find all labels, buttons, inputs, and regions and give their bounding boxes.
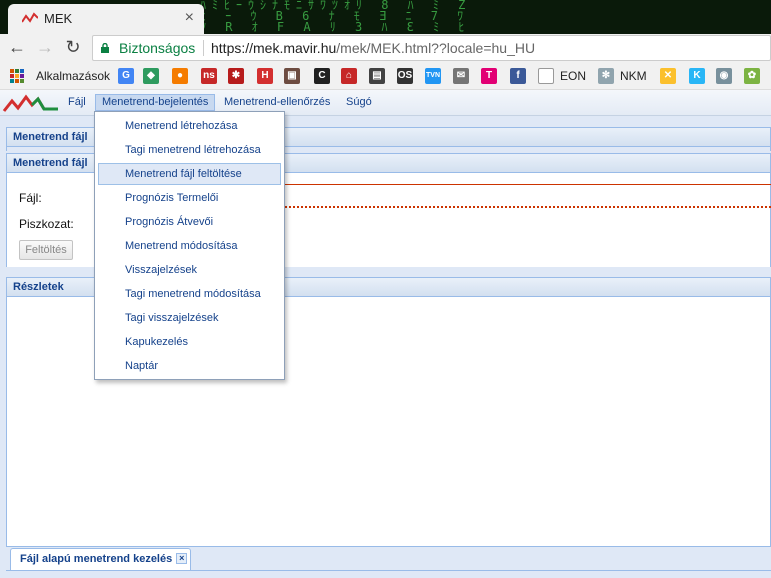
owl-icon: ◉ bbox=[716, 68, 732, 84]
url-text[interactable]: https://mek.mavir.hu/mek/MEK.html??local… bbox=[211, 36, 535, 60]
secure-label: Biztonságos bbox=[119, 40, 196, 56]
bookmark-hu[interactable]: ✱ bbox=[228, 67, 244, 85]
bookmark-tvn[interactable]: TVN bbox=[425, 67, 441, 85]
apps-icon bbox=[10, 69, 24, 83]
bookmark-c[interactable]: C bbox=[314, 67, 330, 85]
menu-schedule-check[interactable]: Menetrend-ellenőrzés bbox=[218, 94, 336, 111]
film-icon: ▤ bbox=[369, 68, 385, 84]
mavir-favicon-icon bbox=[22, 12, 38, 23]
upload-button[interactable]: Feltöltés bbox=[19, 240, 73, 260]
bottom-tab-label: Fájl alapú menetrend kezelés bbox=[20, 553, 173, 565]
bookmark-facebook[interactable]: f bbox=[510, 67, 526, 85]
reload-icon[interactable]: ↻ bbox=[62, 37, 84, 58]
os-icon: OS bbox=[397, 68, 413, 84]
diamond-icon: ◆ bbox=[143, 68, 159, 84]
c-icon: C bbox=[314, 68, 330, 84]
house-icon: ⌂ bbox=[341, 68, 357, 84]
dropdown-item[interactable]: Menetrend létrehozása bbox=[98, 115, 281, 137]
k-icon: K bbox=[689, 68, 705, 84]
url-host: https://mek.mavir.hu bbox=[211, 40, 337, 56]
frog-icon: ✿ bbox=[744, 68, 760, 84]
snowflake-icon: ✻ bbox=[598, 68, 614, 84]
back-icon[interactable]: ← bbox=[6, 37, 28, 58]
bookmark-film[interactable]: ▤ bbox=[369, 67, 385, 85]
bookmark-mail[interactable]: ✉ bbox=[453, 67, 469, 85]
forward-icon[interactable]: → bbox=[34, 37, 56, 58]
dropdown-item[interactable]: Visszajelzések bbox=[98, 259, 281, 281]
close-tab-icon[interactable]: × bbox=[176, 553, 188, 564]
facebook-icon: f bbox=[510, 68, 526, 84]
bookmark-raiffeisen[interactable]: ✕ bbox=[660, 67, 676, 85]
bookmarks-bar: Alkalmazások G ◆ ● ns ✱ H ▣ C ⌂ ▤ OS TVN ✉ Tf EON ✻ NKM ✕ K… bbox=[0, 62, 771, 90]
raiffeisen-icon: ✕ bbox=[660, 68, 676, 84]
bookmark-snowflake[interactable]: ✻ NKM bbox=[598, 67, 647, 85]
menu-help[interactable]: Súgó bbox=[340, 94, 378, 111]
dropdown-item[interactable]: Kapukezelés bbox=[98, 331, 281, 353]
bookmark-telekom[interactable]: T bbox=[481, 67, 497, 85]
bookmark-google[interactable]: G bbox=[118, 67, 134, 85]
browser-toolbar: ← → ↻ Biztonságos https://mek.mavir.hu/m… bbox=[0, 34, 771, 62]
bookmark-k[interactable]: K bbox=[689, 67, 705, 85]
dropdown-item[interactable]: Menetrend módosítása bbox=[98, 235, 281, 257]
bookmark-circle-orange[interactable]: ● bbox=[172, 67, 188, 85]
file-label: Fájl: bbox=[19, 191, 42, 205]
address-bar[interactable]: Biztonságos https://mek.mavir.hu/mek/MEK… bbox=[92, 35, 771, 61]
google-icon: G bbox=[118, 68, 134, 84]
page-icon bbox=[538, 68, 554, 84]
matrix-background: ﾊﾐﾋｰｳｼﾅﾓﾆｻﾜﾂｵﾘ 8 ﾊ ﾐ Z ﾋ ｰ ｳ B 6 ﾅ ﾓ Ǝ ﾆ… bbox=[200, 0, 472, 34]
browser-tab[interactable]: MEK × bbox=[8, 4, 204, 34]
menu-schedule-submission[interactable]: Menetrend-bejelentés bbox=[95, 94, 216, 111]
bookmark-owl[interactable]: ◉ bbox=[716, 67, 732, 85]
bookmark-frog[interactable]: ✿ bbox=[744, 67, 760, 85]
tab-close-icon[interactable]: × bbox=[185, 9, 194, 27]
dropdown-item[interactable]: Tagi visszajelzések bbox=[98, 307, 281, 329]
tab-strip bbox=[6, 570, 771, 578]
telekom-icon: T bbox=[481, 68, 497, 84]
tab-title: MEK bbox=[44, 11, 73, 26]
photo-icon: ▣ bbox=[284, 68, 300, 84]
draft-input[interactable] bbox=[280, 205, 771, 208]
dropdown-item[interactable]: Tagi menetrend módosítása bbox=[98, 283, 281, 305]
bookmark-os[interactable]: OS bbox=[397, 67, 413, 85]
bookmark-ns[interactable]: ns bbox=[201, 67, 217, 85]
bookmark-page[interactable]: EON bbox=[538, 67, 586, 85]
bookmark-label: EON bbox=[560, 69, 587, 83]
menu-file[interactable]: Fájl bbox=[62, 94, 92, 111]
address-separator bbox=[203, 40, 204, 56]
circle-orange-icon: ● bbox=[172, 68, 188, 84]
tab-file-schedule-management[interactable]: Fájl alapú menetrend kezelés × bbox=[10, 548, 192, 570]
file-input[interactable] bbox=[280, 184, 771, 185]
bookmark-house[interactable]: ⌂ bbox=[341, 67, 357, 85]
schedule-submission-dropdown: Menetrend létrehozása Tagi menetrend létr… bbox=[94, 111, 285, 380]
dropdown-item[interactable]: Tagi menetrend létrehozása bbox=[98, 139, 281, 161]
dropdown-item[interactable]: Naptár bbox=[98, 355, 281, 377]
lock-icon bbox=[101, 43, 109, 53]
bookmark-apps[interactable]: Alkalmazások bbox=[10, 67, 110, 85]
browser-titlebar: ﾊﾐﾋｰｳｼﾅﾓﾆｻﾜﾂｵﾘ 8 ﾊ ﾐ Z ﾋ ｰ ｳ B 6 ﾅ ﾓ Ǝ ﾆ… bbox=[0, 0, 771, 34]
url-path: /mek/MEK.html??locale=hu_HU bbox=[336, 40, 536, 56]
bookmark-photo[interactable]: ▣ bbox=[284, 67, 300, 85]
mavir-logo-icon bbox=[2, 94, 58, 112]
dropdown-item[interactable]: Prognózis Termelői bbox=[98, 187, 281, 209]
tvn-icon: TVN bbox=[425, 68, 441, 84]
h-icon: H bbox=[257, 68, 273, 84]
bookmark-label: NKM bbox=[620, 69, 647, 83]
bookmark-label: Alkalmazások bbox=[36, 69, 111, 83]
draft-label: Piszkozat: bbox=[19, 217, 74, 231]
dropdown-item[interactable]: Menetrend fájl feltöltése bbox=[98, 163, 281, 185]
mail-icon: ✉ bbox=[453, 68, 469, 84]
dropdown-item[interactable]: Prognózis Átvevői bbox=[98, 211, 281, 233]
bookmark-diamond[interactable]: ◆ bbox=[143, 67, 159, 85]
ns-icon: ns bbox=[201, 68, 217, 84]
hu-icon: ✱ bbox=[228, 68, 244, 84]
bookmark-h[interactable]: H bbox=[257, 67, 273, 85]
